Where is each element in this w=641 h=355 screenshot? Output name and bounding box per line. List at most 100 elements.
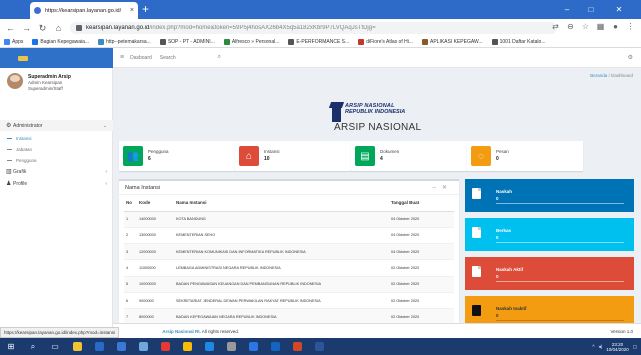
settings-gear-icon[interactable]: ⚙ <box>628 54 633 61</box>
sidebar-item-administrator[interactable]: ⚙ Administrator ⌄ <box>0 120 113 131</box>
table-cell: 04 Oktober 2020 <box>391 210 454 228</box>
footer: Arsip Nasional RI. All rights reserved. … <box>113 323 641 338</box>
table-cell: 02 Oktober 2020 <box>391 291 454 309</box>
footer-org[interactable]: Arsip Nasional RI. <box>162 329 201 334</box>
sidebar-item-profile[interactable]: ♟ Profile ‹ <box>0 178 113 189</box>
minimize-icon[interactable]: – <box>556 0 578 19</box>
table-row[interactable]: 5 10000000 BADAN PENGAWASAN KEUANGAN DAN P… <box>124 275 454 293</box>
file-icon <box>472 188 481 199</box>
table-row[interactable]: 6 9000000 SEKRETARIAT JENDERAL DEWAN PERWA… <box>124 291 454 309</box>
edge-icon-glyph <box>204 342 214 351</box>
tray-arrow-icon[interactable]: ^ <box>592 344 594 349</box>
word-icon[interactable] <box>308 338 330 355</box>
search-icon[interactable]: ⌕ <box>218 54 221 61</box>
nav-link-dashboard[interactable]: Dasboard <box>130 55 152 61</box>
stat-box-title: Naskah Inaktif <box>496 306 527 311</box>
table-cell: 5 <box>124 275 139 293</box>
sidebar-item-grafik[interactable]: ▥ Grafik ‹ <box>0 166 113 177</box>
column-header[interactable]: Tanggal Buat <box>391 195 454 212</box>
chrome-icon[interactable] <box>176 338 198 355</box>
browser-tabbar: https://kearsipan.layanan.go.id/ × + – □… <box>0 0 641 19</box>
column-header[interactable]: Nama Instansi <box>176 195 391 212</box>
bookmark-item[interactable]: Apps <box>4 39 23 45</box>
back-icon[interactable]: ← <box>6 23 15 33</box>
table-cell: 14000000 <box>139 210 176 228</box>
store-icon[interactable] <box>110 338 132 355</box>
new-tab-icon[interactable]: + <box>142 2 149 16</box>
table-row[interactable]: 4 11000000 LEMBAGA ADMINISTRASI NEGARA REP… <box>124 259 454 277</box>
table-row[interactable]: 2 13000000 KEMENTERIAN SEHO 04 Oktober 2020 <box>124 226 454 244</box>
bookmark-item[interactable]: http--petemakarsa... <box>98 39 151 45</box>
extensions-icon[interactable]: ▦ <box>596 22 605 31</box>
close-tab-icon[interactable]: × <box>130 7 134 14</box>
sidebar-item-label: Instansi <box>16 135 32 141</box>
sidebar-item-pengguna[interactable]: Pengguna <box>0 155 113 165</box>
table-cell: LEMBAGA ADMINISTRASI NEGARA REPUBLIK IND… <box>176 259 391 277</box>
task-view-icon[interactable]: ▭ <box>44 338 66 355</box>
star-icon[interactable]: ☆ <box>581 22 590 31</box>
emblem-icon <box>332 106 341 122</box>
bookmark-item[interactable]: SOP - PT - ADMINI... <box>159 39 215 45</box>
edge-icon[interactable] <box>198 338 220 355</box>
menu-dots-icon[interactable]: ⋮ <box>626 22 635 31</box>
browser-tab[interactable]: https://kearsipan.layanan.go.id/ × <box>30 2 138 19</box>
bookmark-item[interactable]: Bagian Kepegawaia... <box>32 39 89 45</box>
bookmark-item[interactable]: diFiore's Atlas of Hi... <box>358 39 413 45</box>
bookmark-item[interactable]: 1001 Daftar Katalo... <box>491 39 546 45</box>
search-icon[interactable]: ⌕ <box>22 338 44 355</box>
table-row[interactable]: 1 14000000 KOTA BANDUNG 04 Oktober 2020 <box>124 210 454 228</box>
app-icon-glyph <box>248 342 258 351</box>
table-cell: 13000000 <box>139 226 176 244</box>
sidebar-header[interactable] <box>0 48 113 68</box>
bookmark-item[interactable]: E-PERFORMANCE S... <box>288 39 349 45</box>
column-header[interactable]: No <box>124 195 139 212</box>
sidebar-item-label: Jabatan <box>16 146 33 152</box>
maximize-icon[interactable]: □ <box>580 0 602 19</box>
brand-logo <box>18 55 28 61</box>
avatar <box>7 73 23 89</box>
bookmark-label: Apps <box>12 39 24 45</box>
volume-icon[interactable]: ◂) <box>598 344 602 350</box>
favicon-icon <box>34 7 41 14</box>
reload-icon[interactable]: ↻ <box>38 23 47 34</box>
bookmark-item[interactable]: APLIKASI KEPEGAW... <box>422 39 483 45</box>
settings-icon[interactable] <box>220 338 242 355</box>
forward-icon[interactable]: → <box>22 23 31 33</box>
translate-icon[interactable]: ⇄ <box>551 22 560 31</box>
stat-box-berkas[interactable]: Berkas 0 <box>465 218 634 251</box>
table-row[interactable]: 3 12000000 KEMENTERIAN KOMUNIKASI DAN INFO… <box>124 243 454 260</box>
sidebar-item-jabatan[interactable]: Jabatan <box>0 144 113 154</box>
info-box-label: Pengguna <box>148 149 169 154</box>
outlook-icon[interactable] <box>264 338 286 355</box>
home-nav-icon[interactable]: ⌂ <box>54 23 63 33</box>
window-close-icon[interactable]: ✕ <box>608 0 630 19</box>
search-input[interactable]: Search <box>160 55 176 61</box>
photos-icon[interactable] <box>132 338 154 355</box>
app-icon[interactable] <box>242 338 264 355</box>
powerpoint-icon[interactable] <box>286 338 308 355</box>
zoom-icon[interactable]: ⊖ <box>566 22 575 31</box>
user-role-detail: Superadmin/Staff <box>28 86 63 91</box>
file-explorer-icon[interactable] <box>66 338 88 355</box>
box-tools[interactable]: –✕ <box>433 184 453 191</box>
mail-icon[interactable] <box>88 338 110 355</box>
bookmark-item[interactable]: Alfresco » Personal... <box>223 39 279 45</box>
column-header[interactable]: Kode <box>139 195 176 212</box>
hamburger-icon[interactable]: ≡ <box>120 54 124 61</box>
progress-bar <box>496 281 624 282</box>
opera-icon[interactable] <box>154 338 176 355</box>
breadcrumb-home[interactable]: Beranda <box>590 73 607 78</box>
notification-icon[interactable]: ▢ <box>633 344 637 350</box>
instansi-table: No Kode Nama Instansi Tanggal Buat 1 1400000… <box>124 195 454 326</box>
sidebar-item-instansi[interactable]: Instansi <box>0 133 113 143</box>
box-title: Nama Instansi <box>119 181 459 195</box>
windows-start-icon[interactable]: ⊞ <box>0 338 22 355</box>
footer-version: Version 1.0 <box>610 328 633 334</box>
bookmark-label: E-PERFORMANCE S... <box>296 39 350 45</box>
clock[interactable]: 23:20 10/04/2020 <box>606 342 629 352</box>
stat-box-naskah-aktif[interactable]: Naskah Aktif 0 <box>465 257 634 290</box>
url-field[interactable]: kearsipan.layanan.go.id/index.php?mod=ho… <box>70 22 557 34</box>
chart-icon: ▥ <box>6 169 12 175</box>
stat-box-naskah[interactable]: Naskah 0 <box>465 179 634 212</box>
profile-icon[interactable]: ● <box>611 22 620 31</box>
